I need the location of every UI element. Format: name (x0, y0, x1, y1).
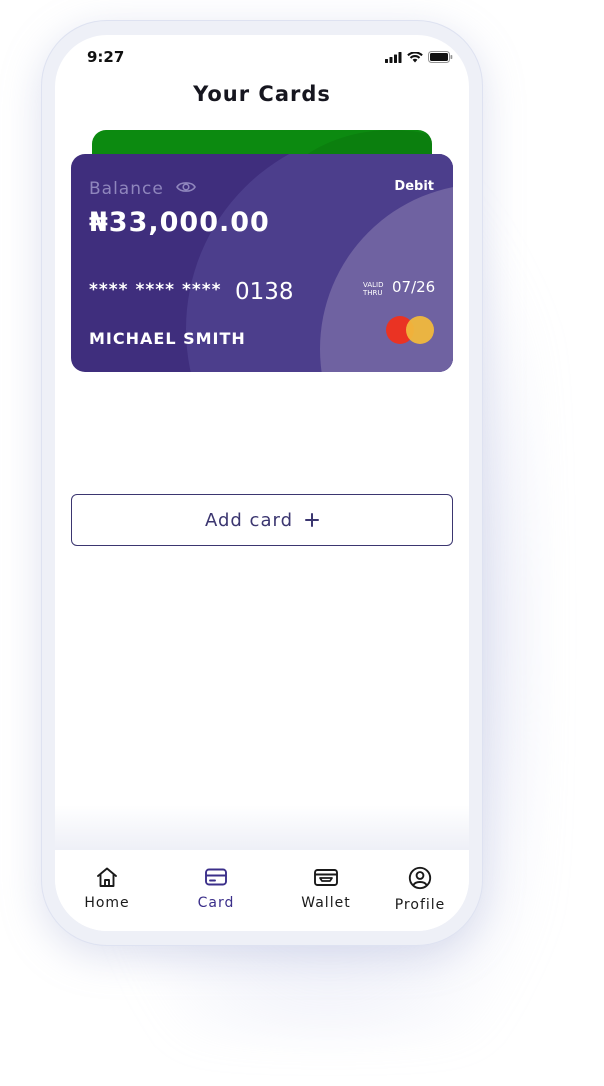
nav-item-card[interactable]: Card (171, 866, 261, 911)
card-holder-name: MICHAEL SMITH (89, 329, 246, 348)
phone-screen: 9:27 Your Cards Balance Debit ₦33,000.00… (55, 35, 469, 931)
home-icon (97, 867, 117, 887)
add-card-label: Add card (204, 509, 293, 531)
balance-label: Balance (89, 179, 164, 199)
wifi-icon (407, 51, 423, 62)
nav-label-profile: Profile (394, 897, 446, 913)
eye-icon[interactable] (176, 180, 196, 194)
card-number-last4: 0138 (235, 279, 294, 305)
signal-icon (385, 51, 402, 63)
primary-card[interactable]: Balance Debit ₦33,000.00 **** **** **** … (71, 154, 453, 372)
nav-label-wallet: Wallet (301, 895, 351, 911)
card-icon (205, 868, 227, 886)
nav-item-profile[interactable]: Profile (375, 866, 465, 913)
nav-fade (55, 805, 469, 850)
battery-icon (428, 51, 453, 63)
status-time: 9:27 (87, 48, 125, 66)
wallet-icon (314, 869, 338, 886)
valid-thru-label: VALID THRU (363, 281, 384, 297)
card-expiry: 07/26 (392, 278, 436, 296)
stage: 9:27 Your Cards Balance Debit ₦33,000.00… (0, 0, 604, 1086)
nav-label-home: Home (84, 895, 130, 911)
profile-icon (408, 866, 432, 890)
card-type: Debit (394, 179, 434, 194)
card-number-masked: **** **** **** (89, 280, 222, 300)
balance-value: ₦33,000.00 (89, 207, 270, 238)
add-card-button[interactable]: Add card (71, 494, 453, 546)
page-title: Your Cards (193, 82, 331, 106)
mastercard-logo-icon (386, 316, 434, 344)
plus-icon (305, 513, 319, 527)
nav-label-card: Card (197, 895, 235, 911)
status-icons (385, 51, 453, 63)
nav-item-wallet[interactable]: Wallet (281, 866, 371, 911)
nav-item-home[interactable]: Home (62, 866, 152, 911)
bottom-nav: Home Card Wallet Profile (55, 850, 469, 931)
